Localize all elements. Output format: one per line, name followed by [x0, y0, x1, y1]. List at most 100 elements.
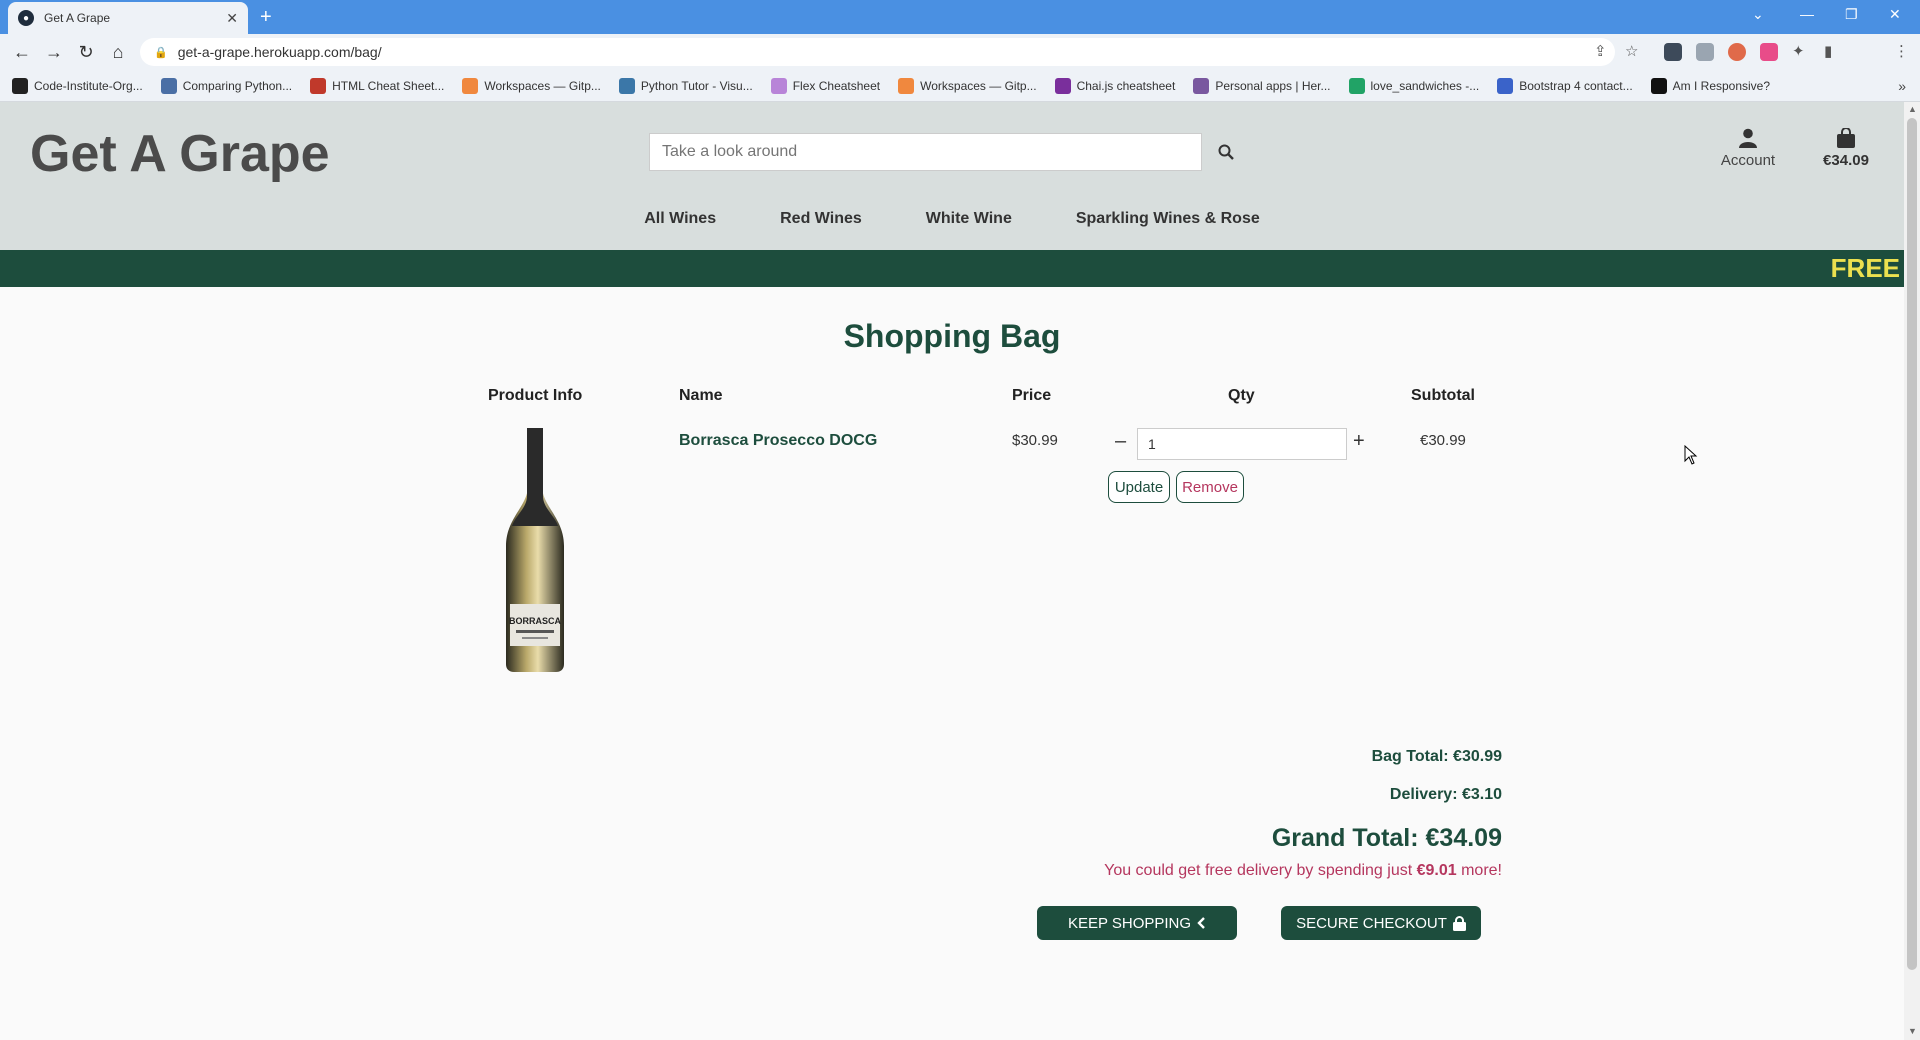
free-delivery-note: You could get free delivery by spending …: [1000, 862, 1502, 880]
bag-total-label: €34.09: [1823, 152, 1869, 169]
bookmark-favicon-icon: [160, 77, 177, 94]
bookmark-star-icon[interactable]: ☆: [1625, 42, 1638, 60]
extension-icon[interactable]: [1696, 43, 1714, 61]
browser-tabbar: ● Get A Grape ✕ + ⌄ — ❐ ✕: [0, 0, 1920, 34]
extension-icon[interactable]: [1728, 43, 1746, 61]
url-text: get-a-grape.herokuapp.com/bag/: [177, 44, 382, 60]
mouse-cursor-icon: [1684, 445, 1698, 465]
bookmark-item[interactable]: Personal apps | Her...: [1193, 77, 1331, 94]
user-icon: [1739, 128, 1757, 148]
extension-icon[interactable]: [1760, 43, 1778, 61]
qty-decrement-button[interactable]: –: [1115, 430, 1126, 453]
nav-white-wine[interactable]: White Wine: [926, 210, 1012, 228]
bookmark-favicon-icon: [12, 77, 28, 94]
main-nav: All Wines Red Wines White Wine Sparkling…: [0, 210, 1904, 228]
close-tab-icon[interactable]: ✕: [226, 10, 238, 27]
secure-checkout-label: SECURE CHECKOUT: [1296, 914, 1447, 932]
bookmark-item[interactable]: Am I Responsive?: [1650, 77, 1771, 94]
bookmark-label: Flex Cheatsheet: [792, 78, 881, 93]
bookmark-label: HTML Cheat Sheet...: [332, 78, 445, 93]
bookmark-favicon-icon: [310, 77, 327, 94]
nav-sparkling-rose[interactable]: Sparkling Wines & Rose: [1076, 210, 1260, 228]
new-tab-icon[interactable]: +: [260, 6, 272, 29]
page-scrollbar[interactable]: ▲ ▼: [1904, 102, 1920, 1040]
nav-all-wines[interactable]: All Wines: [644, 210, 716, 228]
quantity-input[interactable]: [1137, 428, 1347, 460]
bookmark-favicon-icon: [898, 77, 915, 94]
bookmark-label: love_sandwiches -...: [1370, 78, 1480, 93]
bookmark-item[interactable]: Comparing Python...: [160, 77, 292, 94]
site-favicon-icon: ●: [18, 10, 34, 26]
bookmark-label: Workspaces — Gitp...: [920, 78, 1037, 93]
close-window-icon[interactable]: ✕: [1889, 6, 1901, 23]
grand-total: Grand Total: €34.09: [1271, 824, 1502, 852]
extension-icon[interactable]: [1664, 43, 1682, 61]
browser-toolbar: ← → ↻ ⌂ 🔒 get-a-grape.herokuapp.com/bag/…: [0, 34, 1920, 96]
bookmark-label: Am I Responsive?: [1672, 78, 1771, 93]
bag-link[interactable]: €34.09: [1818, 128, 1874, 169]
restore-icon[interactable]: ❐: [1845, 6, 1858, 23]
header-subtotal: Subtotal: [1411, 387, 1475, 404]
scroll-up-icon[interactable]: ▲: [1908, 104, 1917, 114]
bookmark-favicon-icon: [1193, 77, 1210, 94]
site-header: Get A Grape Account €34.09 All Wines Red…: [0, 102, 1904, 250]
nav-red-wines[interactable]: Red Wines: [780, 210, 862, 228]
header-qty: Qty: [1228, 387, 1255, 404]
secure-checkout-button[interactable]: SECURE CHECKOUT: [1281, 906, 1481, 940]
bookmark-label: Workspaces — Gitp...: [484, 78, 601, 93]
bookmark-item[interactable]: Workspaces — Gitp...: [462, 77, 601, 94]
tab-title: Get A Grape: [44, 11, 111, 25]
remove-button[interactable]: Remove: [1176, 471, 1244, 503]
share-icon[interactable]: ⇪: [1594, 42, 1607, 60]
account-link[interactable]: Account: [1716, 128, 1780, 169]
reload-icon[interactable]: ↻: [70, 42, 102, 63]
bookmark-favicon-icon: [1650, 77, 1667, 94]
bookmark-item[interactable]: Flex Cheatsheet: [770, 77, 881, 94]
bookmarks-bar: Code-Institute-Org... Comparing Python...…: [0, 70, 1920, 102]
promo-text: FREE: [1830, 253, 1900, 283]
header-product-info: Product Info: [488, 387, 583, 404]
product-name-link[interactable]: Borrasca Prosecco DOCG: [679, 432, 877, 450]
bookmark-item[interactable]: Workspaces — Gitp...: [898, 77, 1037, 94]
bookmark-label: Personal apps | Her...: [1215, 78, 1331, 93]
bookmark-label: Chai.js cheatsheet: [1076, 78, 1176, 93]
search-form: [649, 133, 1249, 171]
product-subtotal: €30.99: [1420, 432, 1466, 449]
bookmark-favicon-icon: [462, 77, 479, 94]
minimize-icon[interactable]: —: [1800, 6, 1814, 22]
puzzle-icon[interactable]: ✦: [1792, 42, 1805, 60]
keep-shopping-label: KEEP SHOPPING: [1067, 914, 1192, 932]
search-input[interactable]: [649, 133, 1202, 171]
qty-increment-button[interactable]: +: [1353, 430, 1365, 453]
menu-kebab-icon[interactable]: ⋮: [1894, 42, 1909, 60]
keep-shopping-button[interactable]: KEEP SHOPPING: [1037, 906, 1237, 940]
forward-icon[interactable]: →: [38, 42, 70, 63]
bookmark-item[interactable]: Python Tutor - Visu...: [618, 77, 753, 94]
tab-search-icon[interactable]: ⌄: [1752, 6, 1764, 23]
scroll-down-icon[interactable]: ▼: [1908, 1026, 1917, 1036]
browser-tab[interactable]: ● Get A Grape ✕: [8, 2, 248, 34]
scrollbar-thumb[interactable]: [1907, 118, 1917, 970]
home-icon[interactable]: ⌂: [102, 42, 134, 63]
page-title: Shopping Bag: [843, 318, 1061, 354]
update-button[interactable]: Update: [1108, 471, 1170, 503]
bookmark-item[interactable]: Bootstrap 4 contact...: [1497, 77, 1633, 94]
bookmark-item[interactable]: Chai.js cheatsheet: [1054, 77, 1176, 94]
search-icon: [1218, 144, 1234, 160]
address-bar[interactable]: 🔒 get-a-grape.herokuapp.com/bag/: [140, 38, 1615, 66]
bookmark-item[interactable]: Code-Institute-Org...: [12, 77, 143, 94]
promo-banner: FREE: [0, 250, 1904, 287]
site-logo[interactable]: Get A Grape: [30, 124, 330, 184]
bookmark-item[interactable]: love_sandwiches -...: [1348, 77, 1480, 94]
bookmark-favicon-icon: [1054, 77, 1071, 94]
account-label: Account: [1720, 152, 1776, 169]
back-icon[interactable]: ←: [6, 42, 38, 63]
bookmark-item[interactable]: HTML Cheat Sheet...: [310, 77, 445, 94]
side-panel-icon[interactable]: ▮: [1824, 42, 1832, 60]
free-note-text: You could get free delivery by spending …: [1104, 862, 1417, 879]
more-bookmarks-icon[interactable]: »: [1898, 78, 1906, 94]
bag-total: Bag Total: €30.99: [1371, 748, 1502, 765]
bookmark-favicon-icon: [1348, 77, 1365, 94]
lock-icon: 🔒: [154, 46, 168, 59]
search-button[interactable]: [1202, 133, 1249, 171]
